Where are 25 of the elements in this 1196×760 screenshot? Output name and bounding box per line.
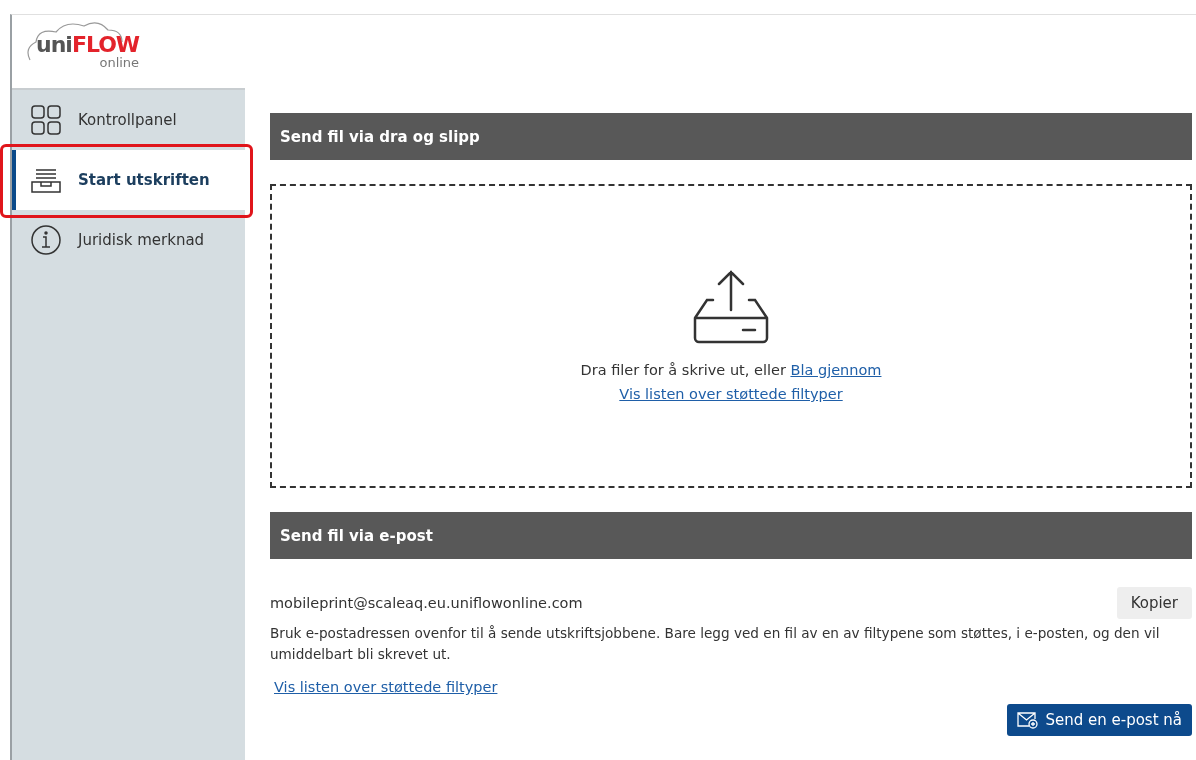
- grid-icon: [30, 104, 62, 136]
- drop-prompt: Dra filer for å skrive ut, eller Bla gjennom: [580, 362, 882, 378]
- send-email-button[interactable]: Send en e-post nå: [1007, 704, 1192, 736]
- browse-link[interactable]: Bla gjennom: [790, 362, 882, 378]
- info-icon: [30, 224, 62, 256]
- logo-text: uni: [36, 34, 72, 56]
- sidebar-item-label: Juridisk merknad: [78, 231, 205, 249]
- sidebar-item-label: Kontrollpanel: [78, 111, 177, 129]
- logo-brand-text: FLOW: [71, 34, 140, 56]
- section-header: Send fil via e-post: [270, 512, 1192, 559]
- file-types-link[interactable]: Vis listen over støttede filtyper: [619, 386, 843, 402]
- section-header: Send fil via dra og slipp: [270, 113, 1192, 160]
- file-types-link[interactable]: Vis listen over støttede filtyper: [274, 679, 498, 695]
- sidebar-item[interactable]: Start utskriften: [12, 150, 245, 210]
- mail-icon: [1017, 711, 1040, 729]
- logo-subtitle: online: [99, 56, 140, 69]
- email-address: mobileprint@scaleaq.eu.uniflowonline.com: [270, 595, 583, 611]
- copy-button[interactable]: Kopier: [1116, 587, 1192, 619]
- tray-icon: [30, 166, 62, 194]
- sidebar-item-label: Start utskriften: [78, 171, 210, 189]
- email-description: Bruk e-postadressen ovenfor til å sende utskriftsjobbene. Bare legg ved en fil av en av filtypene som støttes, i e-posten, og den vil umiddelbart bli skrevet ut.: [270, 624, 1161, 664]
- upload-icon: [693, 270, 769, 344]
- sidebar-item[interactable]: Kontrollpanel: [12, 90, 245, 150]
- sidebar-item[interactable]: Juridisk merknad: [12, 210, 245, 270]
- drop-zone[interactable]: Dra filer for å skrive ut, eller Bla gjennom Vis listen over støttede filtyper: [270, 184, 1192, 488]
